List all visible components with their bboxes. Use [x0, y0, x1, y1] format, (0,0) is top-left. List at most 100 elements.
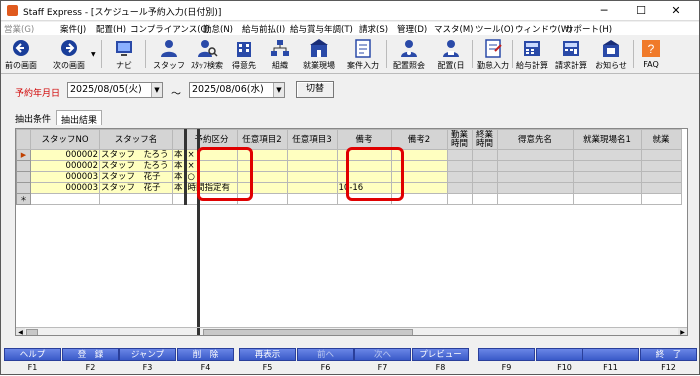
menu-case[interactable]: 案件(J) — [60, 23, 86, 35]
table-row-new[interactable]: ＊ — [16, 193, 682, 205]
cell-biko2[interactable] — [390, 182, 448, 194]
table-row[interactable]: 000002 スタッフ たろう 本 × — [16, 160, 682, 172]
cell-staff-no[interactable]: 000002 — [30, 160, 100, 172]
column-header-end-time[interactable]: 終業時間 — [471, 129, 498, 150]
cell-kubun[interactable]: × — [184, 160, 238, 172]
f4-delete-button[interactable]: 削 除 — [177, 348, 234, 361]
cell-biko2[interactable] — [390, 149, 448, 161]
cell-optional2[interactable] — [236, 182, 288, 194]
tab-extract-conditions[interactable]: 抽出条件 — [11, 110, 55, 125]
cell-biko[interactable] — [336, 160, 392, 172]
cell-optional2[interactable] — [236, 171, 288, 183]
cell-optional3[interactable] — [286, 160, 338, 172]
column-header-client-name[interactable]: 得意先名 — [496, 129, 574, 150]
cell-biko2[interactable] — [390, 171, 448, 183]
switch-button[interactable]: 切替 — [296, 81, 334, 98]
f5-refresh-button[interactable]: 再表示 — [239, 348, 296, 361]
cell-staff-no[interactable]: 000003 — [30, 171, 100, 183]
cell-optional2[interactable] — [236, 149, 288, 161]
f1-help-button[interactable]: ヘルプ — [4, 348, 61, 361]
cell-extra[interactable]: 本 — [172, 149, 187, 161]
client-button[interactable]: 得意先 — [227, 37, 261, 73]
menu-admin[interactable]: 管理(D) — [397, 23, 427, 35]
row-indicator[interactable] — [16, 171, 31, 183]
cell-biko[interactable] — [336, 171, 392, 183]
menu-billing[interactable]: 請求(S) — [359, 23, 388, 35]
column-header-optional2[interactable]: 任意項目2 — [236, 129, 288, 150]
cell-biko[interactable] — [336, 193, 392, 205]
menu-master[interactable]: マスタ(M) — [434, 23, 473, 35]
f9-button[interactable] — [478, 348, 535, 361]
assignment-day-button[interactable]: 配置(日 — [429, 37, 473, 73]
column-header-kubun[interactable]: 予約区分 — [184, 129, 238, 150]
cell-kubun[interactable]: × — [184, 149, 238, 161]
column-header-optional3[interactable]: 任意項目3 — [286, 129, 338, 150]
column-header-start-time[interactable]: 勤業時間 — [446, 129, 473, 150]
cell-extra[interactable]: 本 — [172, 171, 187, 183]
menu-tools[interactable]: ツール(O) — [475, 23, 514, 35]
horizontal-scrollbar[interactable]: ◀ ▶ — [16, 327, 687, 335]
cell-staff-name[interactable] — [99, 193, 173, 205]
row-indicator[interactable] — [16, 160, 31, 172]
cell-staff-no[interactable] — [30, 193, 100, 205]
dropdown-arrow-icon[interactable]: ▼ — [91, 51, 96, 58]
row-indicator[interactable]: ▶ — [16, 149, 31, 161]
maximize-button[interactable]: ☐ — [626, 3, 656, 19]
column-header-staff-no[interactable]: スタッフNO — [30, 129, 100, 150]
menu-advance-pay[interactable]: 給与前払(I) — [242, 23, 285, 35]
table-row[interactable]: 000003 スタッフ 花子 本 ○ — [16, 171, 682, 183]
minimize-button[interactable]: ─ — [589, 3, 619, 19]
staff-search-button[interactable]: ｽﾀｯﾌ検索 — [187, 37, 227, 73]
cell-staff-name[interactable]: スタッフ たろう — [99, 149, 173, 161]
cell-biko[interactable] — [336, 149, 392, 161]
case-entry-button[interactable]: 案件入力 — [343, 37, 383, 73]
f11-button[interactable] — [582, 348, 639, 361]
column-header-biko[interactable]: 備考 — [336, 129, 392, 150]
tab-extract-results[interactable]: 抽出結果 — [56, 110, 103, 126]
cell-worksite-name1[interactable] — [572, 193, 642, 205]
menu-support[interactable]: サポート(H) — [565, 23, 612, 35]
close-button[interactable]: ✕ — [661, 3, 691, 19]
cell-staff-name[interactable]: スタッフ 花子 — [99, 171, 173, 183]
cell-optional2[interactable] — [236, 193, 288, 205]
cell-optional3[interactable] — [286, 171, 338, 183]
row-indicator-new[interactable]: ＊ — [16, 193, 31, 205]
f3-jump-button[interactable]: ジャンプ — [119, 348, 176, 361]
cell-biko2[interactable] — [390, 193, 448, 205]
f8-preview-button[interactable]: プレビュー — [412, 348, 469, 361]
cell-optional3[interactable] — [286, 149, 338, 161]
navi-button[interactable]: ナビ — [109, 37, 139, 73]
cell-kubun[interactable]: 時間指定有 — [184, 182, 238, 194]
cell-optional3[interactable] — [286, 182, 338, 194]
assignment-inquiry-button[interactable]: 配置照会 — [389, 37, 429, 73]
table-row[interactable]: 000003 スタッフ 花子 本 時間指定有 10-16 — [16, 182, 682, 194]
staff-button[interactable]: スタッフ — [151, 37, 187, 73]
scroll-thumb-frozen[interactable] — [26, 329, 38, 335]
cell-staff-no[interactable]: 000002 — [30, 149, 100, 161]
notice-button[interactable]: お知らせ — [593, 37, 629, 73]
f12-exit-button[interactable]: 終 了 — [640, 348, 697, 361]
menu-compliance[interactable]: コンプライアンス(C) — [130, 23, 210, 35]
cell-optional3[interactable] — [286, 193, 338, 205]
column-header-biko2[interactable]: 備考2 — [390, 129, 448, 150]
row-indicator[interactable] — [16, 182, 31, 194]
cell-extra[interactable]: 本 — [172, 160, 187, 172]
prev-screen-button[interactable]: 前の画面 — [3, 37, 39, 73]
date-from-dropdown[interactable]: 2025/08/05(火) ▼ — [67, 82, 163, 98]
billing-button[interactable]: 請求計算 — [553, 37, 589, 73]
column-header-worksite-name1[interactable]: 就業現場名1 — [572, 129, 642, 150]
menu-sales[interactable]: 営業(G) — [4, 23, 34, 35]
cell-extra[interactable]: 本 — [172, 182, 187, 194]
cell-staff-name[interactable]: スタッフ たろう — [99, 160, 173, 172]
menu-assignment[interactable]: 配置(H) — [96, 23, 126, 35]
menu-window[interactable]: ウィンドウ(W) — [515, 23, 573, 35]
cell-staff-name[interactable]: スタッフ 花子 — [99, 182, 173, 194]
date-to-dropdown[interactable]: 2025/08/06(水) ▼ — [189, 82, 285, 98]
scroll-left-arrow-icon[interactable]: ◀ — [16, 328, 25, 335]
cell-staff-no[interactable]: 000003 — [30, 182, 100, 194]
cell-client-name[interactable] — [496, 193, 574, 205]
cell-worksite-overflow[interactable] — [640, 193, 682, 205]
organization-button[interactable]: 組織 — [263, 37, 297, 73]
cell-optional2[interactable] — [236, 160, 288, 172]
cell-extra[interactable] — [172, 193, 187, 205]
